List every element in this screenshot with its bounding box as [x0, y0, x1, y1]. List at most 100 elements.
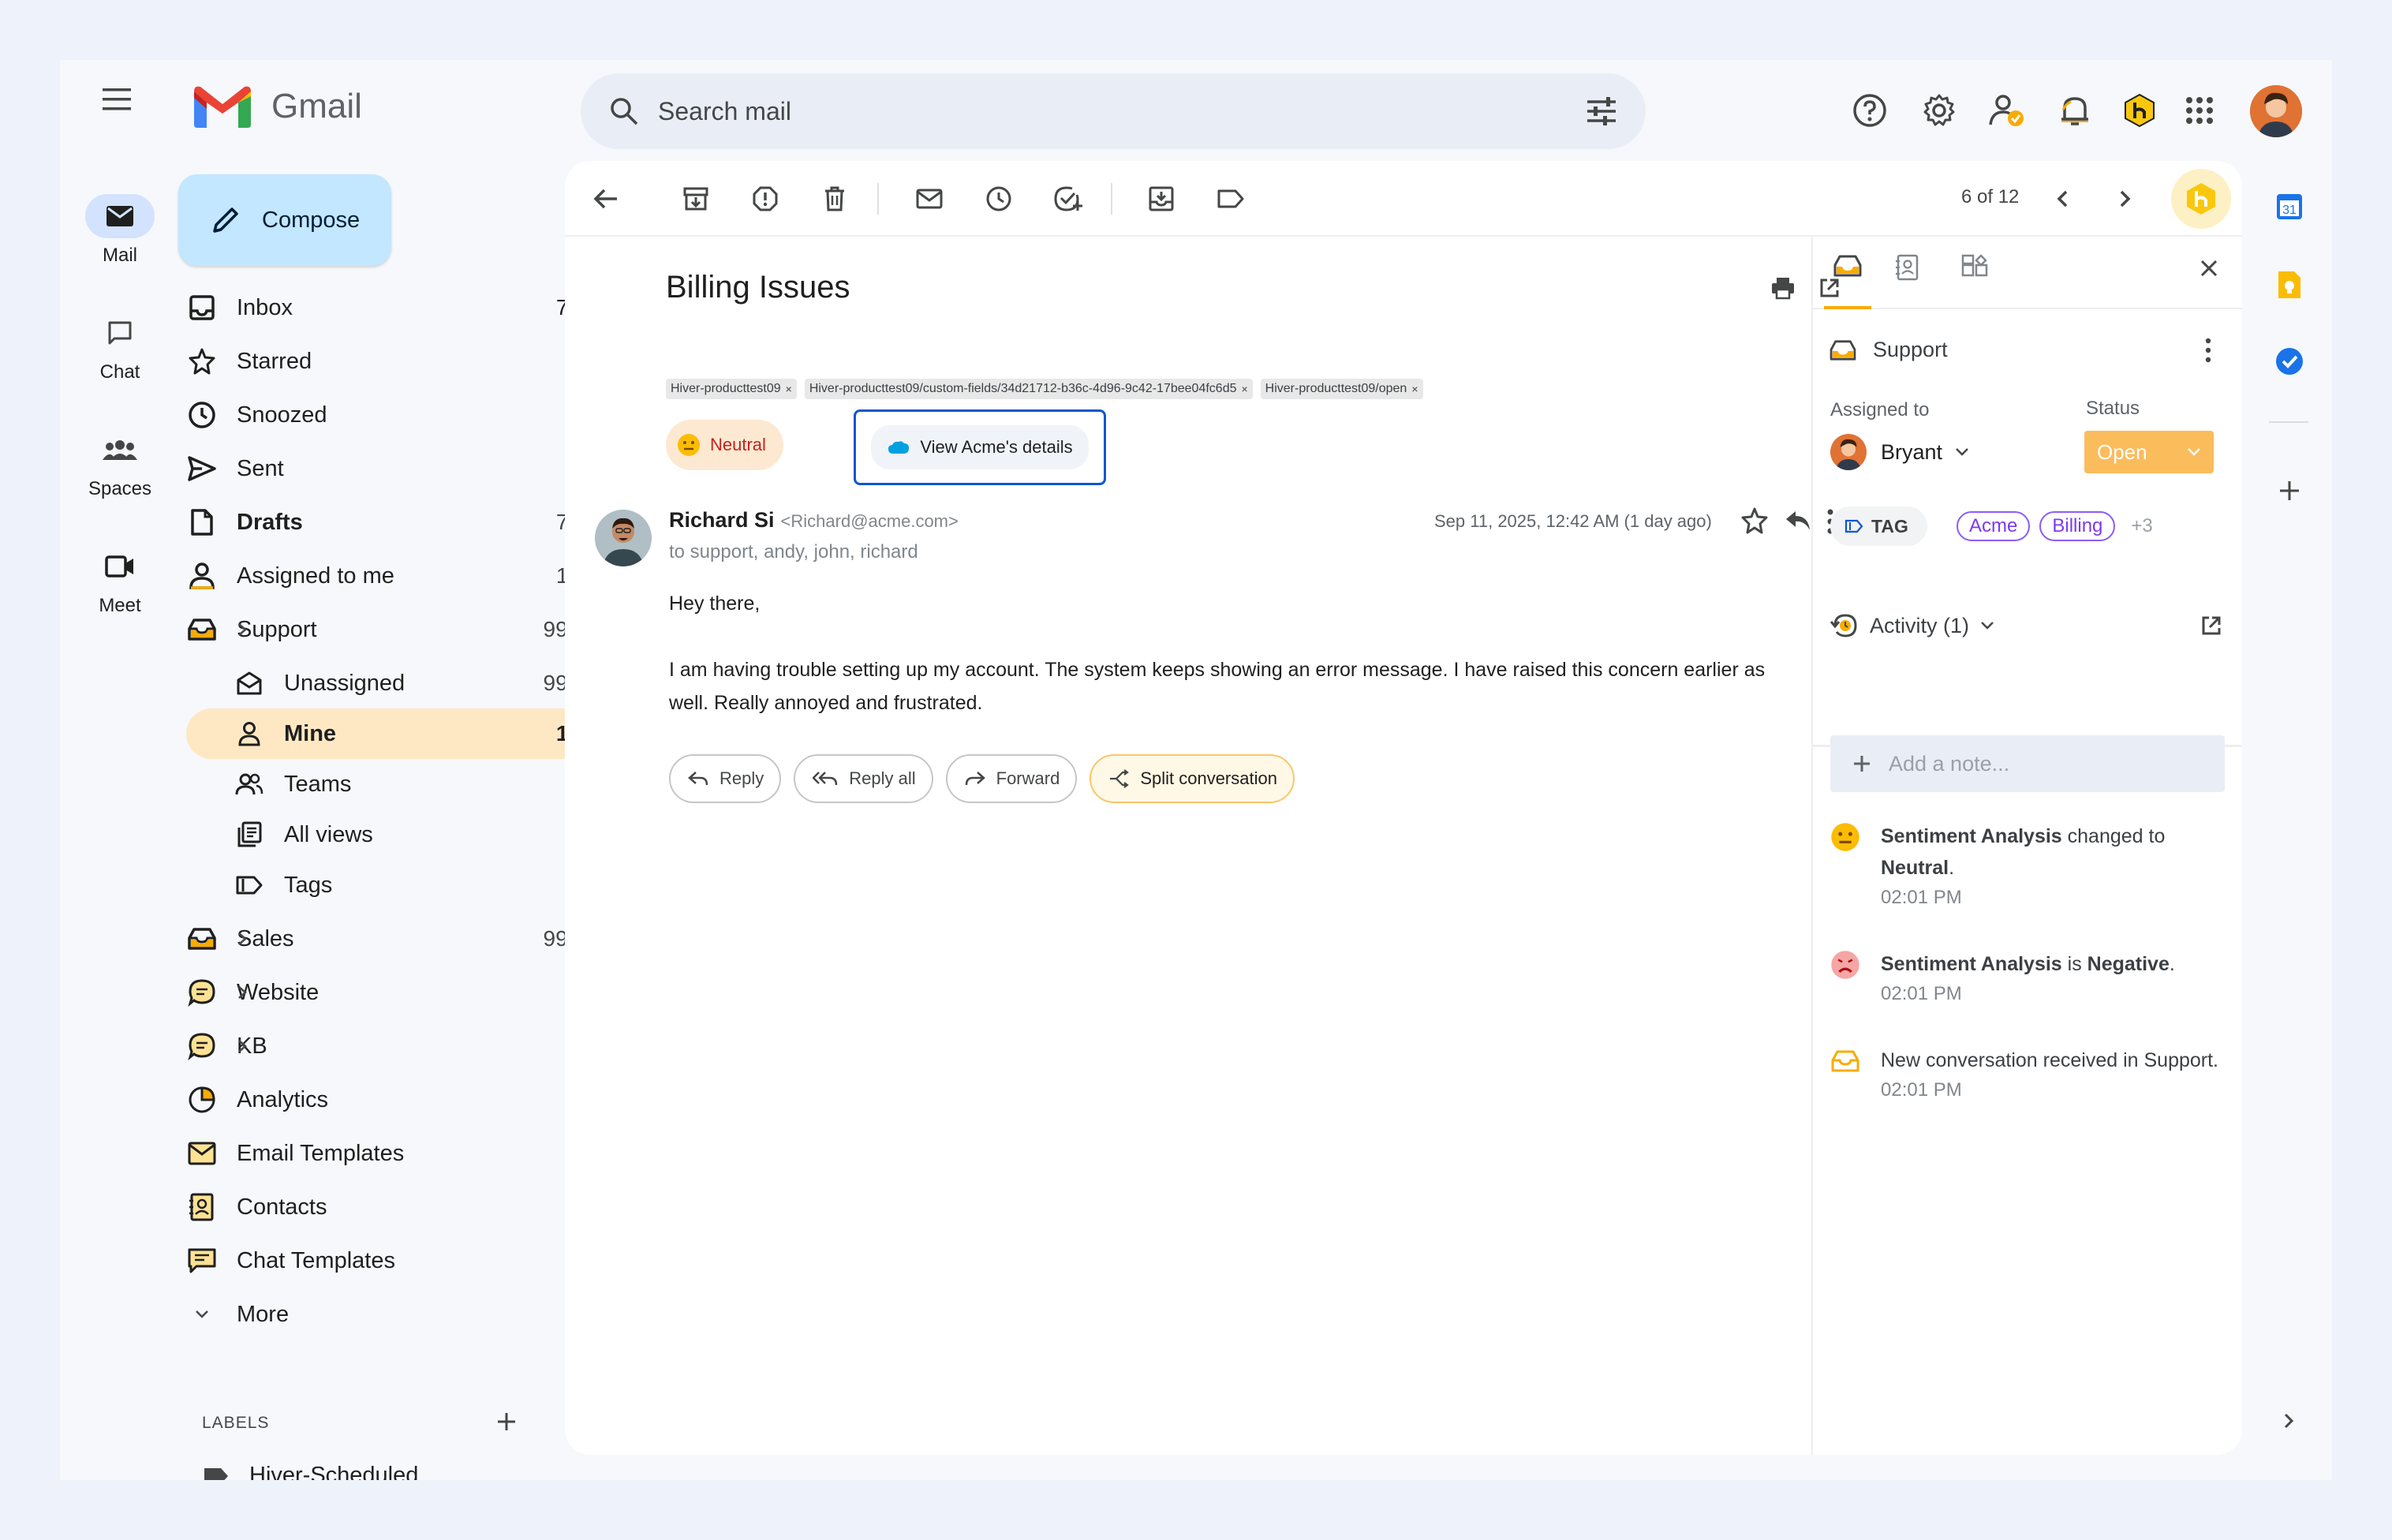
keep-addon[interactable]	[2277, 270, 2302, 300]
expand-website-icon[interactable]	[230, 981, 254, 1004]
get-addons-button[interactable]	[2278, 480, 2300, 502]
app-name: Gmail	[271, 87, 362, 125]
gmail-logo[interactable]: Gmail	[194, 85, 362, 128]
assigned-to-label: Assigned to	[1830, 399, 1930, 421]
reply-button[interactable]: Reply	[669, 754, 782, 803]
add-tag-button[interactable]: TAG	[1830, 506, 1927, 546]
inbox-activity-icon	[1831, 1050, 1859, 1072]
split-conversation-button[interactable]: Split conversation	[1089, 754, 1295, 803]
expand-sales-icon[interactable]	[230, 927, 254, 951]
search-input[interactable]: Search mail	[658, 97, 1586, 126]
label-chip[interactable]: Hiver-producttest09/custom-fields/34d217…	[804, 379, 1253, 399]
open-activity-button[interactable]	[2201, 615, 2222, 636]
move-to-button[interactable]	[1139, 177, 1183, 221]
label-chip[interactable]: Hiver-producttest09 ×	[666, 379, 797, 399]
nav-tags[interactable]: Tags 3	[110, 860, 604, 910]
sender-avatar[interactable]	[595, 510, 652, 566]
add-task-button[interactable]	[1046, 177, 1090, 221]
label-chip[interactable]: Hiver-producttest09/open ×	[1260, 379, 1423, 399]
tab-apps[interactable]	[1961, 254, 1988, 281]
arrow-left-icon	[593, 189, 617, 209]
rail-mail[interactable]: Mail	[69, 194, 170, 267]
report-spam-button[interactable]	[743, 177, 787, 221]
tag-chip[interactable]: Acme	[1957, 511, 2031, 541]
nav-snoozed[interactable]: Snoozed	[110, 390, 604, 440]
toolbar-divider	[1111, 183, 1112, 215]
settings-button[interactable]	[1914, 85, 1964, 136]
notifications-button[interactable]	[2050, 85, 2100, 136]
contacts-icon	[189, 1193, 214, 1221]
hiver-sidebar-toggle[interactable]	[2171, 169, 2231, 229]
assignee-dropdown[interactable]: Bryant	[1830, 434, 1969, 470]
nav-teams[interactable]: Teams 2	[110, 759, 604, 809]
archive-button[interactable]	[674, 177, 718, 221]
compose-button[interactable]: Compose	[178, 174, 391, 266]
expand-kb-icon[interactable]	[230, 1034, 254, 1058]
remove-label-icon: ×	[1411, 383, 1418, 395]
tag-chip[interactable]: Billing	[2039, 511, 2116, 541]
inbox-more-button[interactable]	[2204, 338, 2212, 363]
nav-inbox[interactable]: Inbox 77	[110, 282, 604, 333]
nav-email-templates[interactable]: Email Templates	[110, 1128, 604, 1179]
nav-analytics[interactable]: Analytics	[110, 1075, 604, 1125]
add-note-input[interactable]: Add a note...	[1830, 735, 2225, 792]
nav-sales[interactable]: Sales 99+	[110, 914, 604, 964]
reply-quick-button[interactable]	[1785, 510, 1811, 532]
mark-unread-button[interactable]	[907, 177, 951, 221]
hamburger-icon	[103, 88, 131, 110]
reply-all-button[interactable]: Reply all	[794, 754, 933, 803]
nav-website[interactable]: Website	[110, 967, 604, 1018]
keep-icon	[2278, 271, 2300, 298]
label-item[interactable]: Hiver-Scheduled	[202, 1463, 418, 1480]
hiver-extension-button[interactable]	[2114, 85, 2165, 136]
tasks-addon[interactable]	[2275, 347, 2304, 376]
help-button[interactable]	[1844, 85, 1895, 136]
star-outline-icon	[1741, 507, 1768, 534]
label-button[interactable]	[1209, 177, 1253, 221]
nav-all-views[interactable]: All views 4	[110, 809, 604, 860]
nav-contacts[interactable]: Contacts	[110, 1182, 604, 1232]
view-crm-details-button[interactable]: View Acme's details	[854, 409, 1106, 485]
more-tags[interactable]: +3	[2131, 515, 2152, 537]
nav-drafts[interactable]: Drafts 76	[110, 497, 604, 548]
forward-button[interactable]: Forward	[945, 754, 1078, 803]
expand-support-icon[interactable]	[230, 618, 254, 641]
search-bar[interactable]: Search mail	[581, 73, 1646, 149]
nav-unassigned[interactable]: Unassigned 99+	[110, 658, 604, 708]
delete-button[interactable]	[813, 177, 857, 221]
status-dropdown[interactable]: Open	[2084, 431, 2214, 473]
hiver-logo-icon	[2125, 93, 2155, 128]
older-button[interactable]	[2103, 177, 2147, 221]
nav-mine[interactable]: Mine 12	[186, 708, 604, 759]
nav-chat-templates[interactable]: Chat Templates	[110, 1235, 604, 1286]
snooze-button[interactable]	[977, 177, 1021, 221]
tab-conversation[interactable]	[1824, 254, 1871, 309]
nav-kb[interactable]: KB	[110, 1021, 604, 1071]
create-label-button[interactable]	[491, 1406, 522, 1437]
calendar-addon[interactable]: 31	[2275, 192, 2304, 221]
newer-button[interactable]	[2040, 177, 2084, 221]
back-button[interactable]	[584, 177, 628, 221]
account-avatar[interactable]	[2250, 85, 2302, 137]
show-side-panel-button[interactable]	[2283, 1412, 2294, 1430]
nav-more[interactable]: More	[110, 1289, 604, 1340]
move-to-icon	[1149, 186, 1174, 211]
assign-status-button[interactable]	[1982, 85, 2032, 136]
tag-icon	[1844, 519, 1863, 533]
print-button[interactable]	[1770, 276, 1796, 300]
shared-inbox-icon	[1830, 339, 1856, 361]
recipients-line[interactable]: to support, andy, john, richard	[669, 541, 918, 563]
hiver-logo-icon	[2187, 183, 2215, 215]
nav-assigned-to-me[interactable]: Assigned to me 12	[110, 551, 604, 601]
star-button[interactable]	[1740, 506, 1769, 535]
nav-support[interactable]: Support 99+	[110, 604, 604, 655]
apps-button[interactable]	[2174, 85, 2225, 136]
activity-toggle[interactable]: Activity (1)	[1830, 612, 1994, 639]
sender-name[interactable]: Richard Si	[669, 508, 775, 533]
tab-contact[interactable]	[1895, 254, 1920, 281]
nav-sent[interactable]: Sent	[110, 443, 604, 494]
sentiment-badge: Neutral	[666, 420, 783, 470]
nav-starred[interactable]: Starred	[110, 336, 604, 387]
close-panel-button[interactable]	[2200, 259, 2218, 278]
main-menu-button[interactable]	[92, 74, 142, 125]
